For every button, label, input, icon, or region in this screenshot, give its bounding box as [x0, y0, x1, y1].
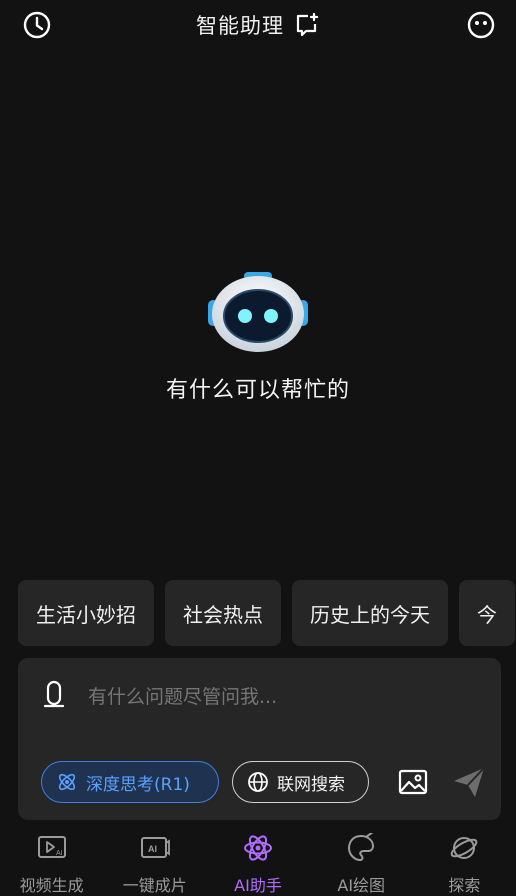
face-icon: [467, 11, 495, 39]
suggestion-chip[interactable]: 社会热点: [165, 580, 281, 646]
image-icon: [398, 769, 428, 795]
deep-think-label: 深度思考(R1): [86, 774, 190, 795]
globe-icon: [248, 772, 268, 792]
web-search-label: 联网搜索: [277, 774, 345, 795]
image-upload-button[interactable]: [397, 766, 429, 798]
planet-icon: [448, 832, 480, 864]
suggestion-chip[interactable]: 生活小妙招: [18, 580, 154, 646]
svg-text:AI: AI: [56, 850, 63, 857]
tab-label: 探索: [448, 876, 481, 895]
greeting-text: 有什么可以帮忙的: [165, 378, 350, 403]
video-ai-icon: AI: [36, 832, 68, 864]
suggestion-chip[interactable]: 今: [459, 580, 515, 646]
tab-video-generation[interactable]: AI 视频生成: [0, 826, 103, 896]
title-group: 智能助理: [0, 10, 516, 40]
tab-label: 视频生成: [19, 876, 84, 895]
send-icon: [454, 767, 485, 797]
palette-icon: [345, 832, 377, 864]
tab-ai-assistant[interactable]: AI助手: [206, 826, 309, 896]
hero-section: 有什么可以帮忙的: [0, 270, 516, 404]
tab-one-click-clip[interactable]: AI 一键成片: [103, 826, 206, 896]
new-chat-button[interactable]: [294, 12, 320, 38]
tab-explore[interactable]: 探索: [413, 826, 516, 896]
suggestion-chips: 生活小妙招 社会热点 历史上的今天 今: [18, 580, 516, 646]
microphone-icon: [43, 680, 65, 708]
ai-clip-icon: AI: [139, 832, 171, 864]
composer: 深度思考(R1) 联网搜索: [18, 658, 501, 820]
message-input[interactable]: [88, 682, 478, 712]
bottom-tab-bar: AI 视频生成 AI 一键成片 AI助手 AI绘图 探索: [0, 826, 516, 896]
atom-icon: [58, 773, 76, 791]
svg-text:AI: AI: [148, 844, 157, 854]
top-bar: 智能助理: [0, 0, 516, 52]
tab-ai-drawing[interactable]: AI绘图: [310, 826, 413, 896]
voice-input-button[interactable]: [40, 680, 68, 712]
atom-icon: [242, 832, 274, 864]
web-search-toggle[interactable]: 联网搜索: [232, 761, 369, 803]
tab-label: AI绘图: [337, 876, 386, 895]
suggestion-chip[interactable]: 历史上的今天: [292, 580, 448, 646]
profile-button[interactable]: [466, 10, 496, 40]
tab-label: AI助手: [234, 876, 282, 895]
send-button[interactable]: [450, 763, 488, 801]
page-title: 智能助理: [196, 14, 284, 38]
tab-label: 一键成片: [122, 876, 187, 895]
robot-icon: [208, 272, 308, 352]
new-chat-icon: [296, 12, 319, 37]
deep-think-toggle[interactable]: 深度思考(R1): [41, 761, 219, 803]
